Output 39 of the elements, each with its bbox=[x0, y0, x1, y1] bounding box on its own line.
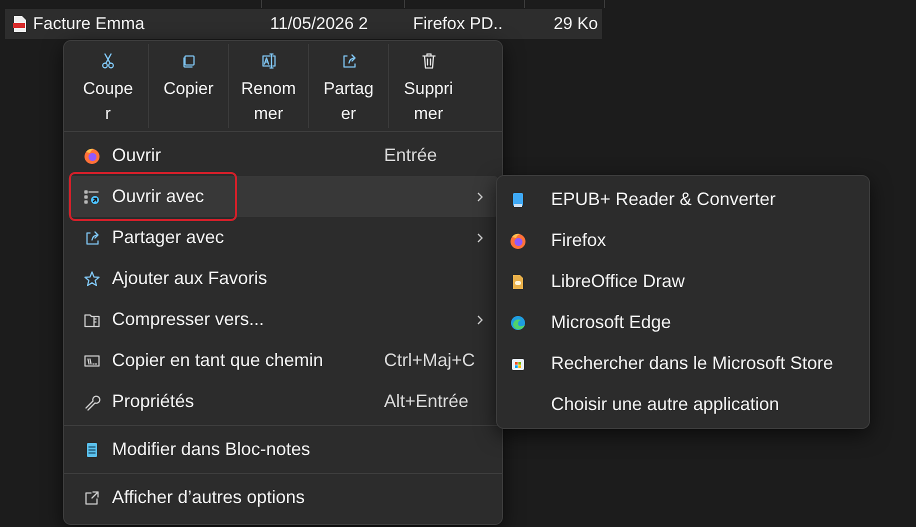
file-size: 29 Ko bbox=[554, 14, 598, 34]
star-icon bbox=[83, 270, 101, 288]
app-item[interactable]: LibreOffice Draw bbox=[497, 261, 869, 302]
menu-item[interactable]: Ouvrir Entrée bbox=[68, 135, 498, 176]
menu-item[interactable]: Modifier dans Bloc-notes bbox=[68, 429, 498, 470]
app-item[interactable]: Choisir une autre application bbox=[497, 384, 869, 425]
file-type: Firefox PD.. bbox=[413, 14, 503, 34]
menu-item[interactable]: Propriétés Alt+Entrée bbox=[68, 381, 498, 422]
menu-item[interactable]: Compresser vers... bbox=[68, 299, 498, 340]
app-item[interactable]: EPUB+ Reader & Converter bbox=[497, 179, 869, 220]
file-date: 11/05/2026 2 bbox=[270, 14, 368, 34]
firefox-icon bbox=[509, 232, 527, 250]
app-item[interactable]: Firefox bbox=[497, 220, 869, 261]
menu-item[interactable]: Afficher d’autres options bbox=[68, 477, 498, 518]
file-name: Facture Emma bbox=[33, 14, 144, 34]
chevron-icon bbox=[476, 232, 484, 244]
menu-item[interactable]: Copier en tant que chemin Ctrl+Maj+C bbox=[68, 340, 498, 381]
chevron-icon bbox=[476, 190, 484, 202]
firefox-icon bbox=[83, 146, 101, 164]
toolbar-button[interactable]: Coupe r bbox=[68, 44, 148, 128]
expand-icon bbox=[83, 488, 101, 506]
wrench-icon bbox=[83, 392, 101, 410]
toolbar-button[interactable]: Partag er bbox=[308, 44, 388, 128]
open-with-icon bbox=[83, 188, 101, 206]
edge-icon bbox=[509, 314, 527, 332]
menu-item[interactable]: Ajouter aux Favoris bbox=[68, 258, 498, 299]
toolbar-button[interactable]: Renom mer bbox=[228, 44, 308, 128]
trash-icon bbox=[420, 52, 438, 70]
pdf-file-icon bbox=[13, 16, 27, 32]
app-item[interactable]: Microsoft Edge bbox=[497, 302, 869, 343]
scissors-icon bbox=[99, 52, 117, 70]
menu-item[interactable]: Partager avec bbox=[68, 217, 498, 258]
app-item[interactable]: Rechercher dans le Microsoft Store bbox=[497, 343, 869, 384]
rename-icon bbox=[260, 52, 278, 70]
menu-item[interactable]: Ouvrir avec bbox=[68, 176, 498, 217]
chevron-icon bbox=[476, 314, 484, 326]
file-row[interactable]: Facture Emma 11/05/2026 2 Firefox PD.. 29 Ko bbox=[5, 9, 602, 39]
toolbar-button[interactable]: Suppri mer bbox=[388, 44, 468, 128]
toolbar-button[interactable]: Copier bbox=[148, 44, 228, 128]
